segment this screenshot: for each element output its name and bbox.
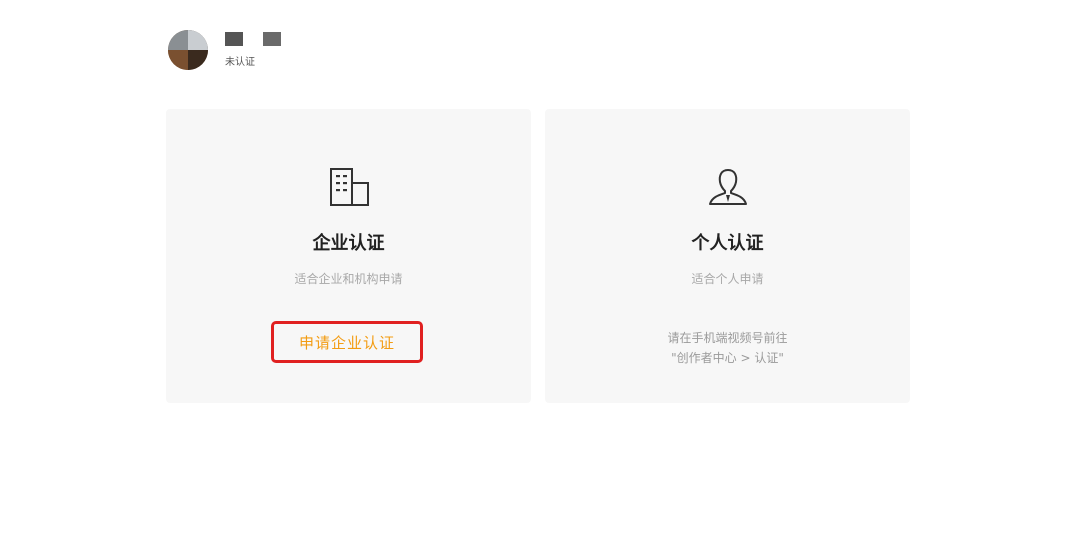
apply-enterprise-verification-button[interactable]: 申请企业认证 [271,321,423,363]
enterprise-card-description: 适合企业和机构申请 [294,272,403,286]
personal-verification-card: 个人认证 适合个人申请 请在手机端视频号前往 "创作者中心 > 认证" [545,109,910,403]
note-line-1: 请在手机端视频号前往 [667,331,788,345]
building-icon [326,164,372,210]
user-info: 未认证 [225,30,281,70]
personal-verification-note: 请在手机端视频号前往 "创作者中心 > 认证" [545,328,910,368]
user-name-redacted [225,31,281,47]
redacted-block [225,32,243,46]
person-icon [705,164,751,210]
user-header: 未认证 [168,30,281,70]
personal-card-description: 适合个人申请 [691,272,764,286]
redacted-block [263,32,281,46]
personal-card-title: 个人认证 [691,233,764,254]
avatar[interactable] [168,30,208,70]
page: 未认证 企业认证 适合企业和机构申请 申请企业认证 个人认证 适合个人申请 请在… [0,0,1080,539]
enterprise-card-title: 企业认证 [312,233,385,254]
note-line-2: "创作者中心 > 认证" [671,351,784,365]
enterprise-verification-card: 企业认证 适合企业和机构申请 申请企业认证 [166,109,531,403]
verification-status: 未认证 [225,57,255,68]
